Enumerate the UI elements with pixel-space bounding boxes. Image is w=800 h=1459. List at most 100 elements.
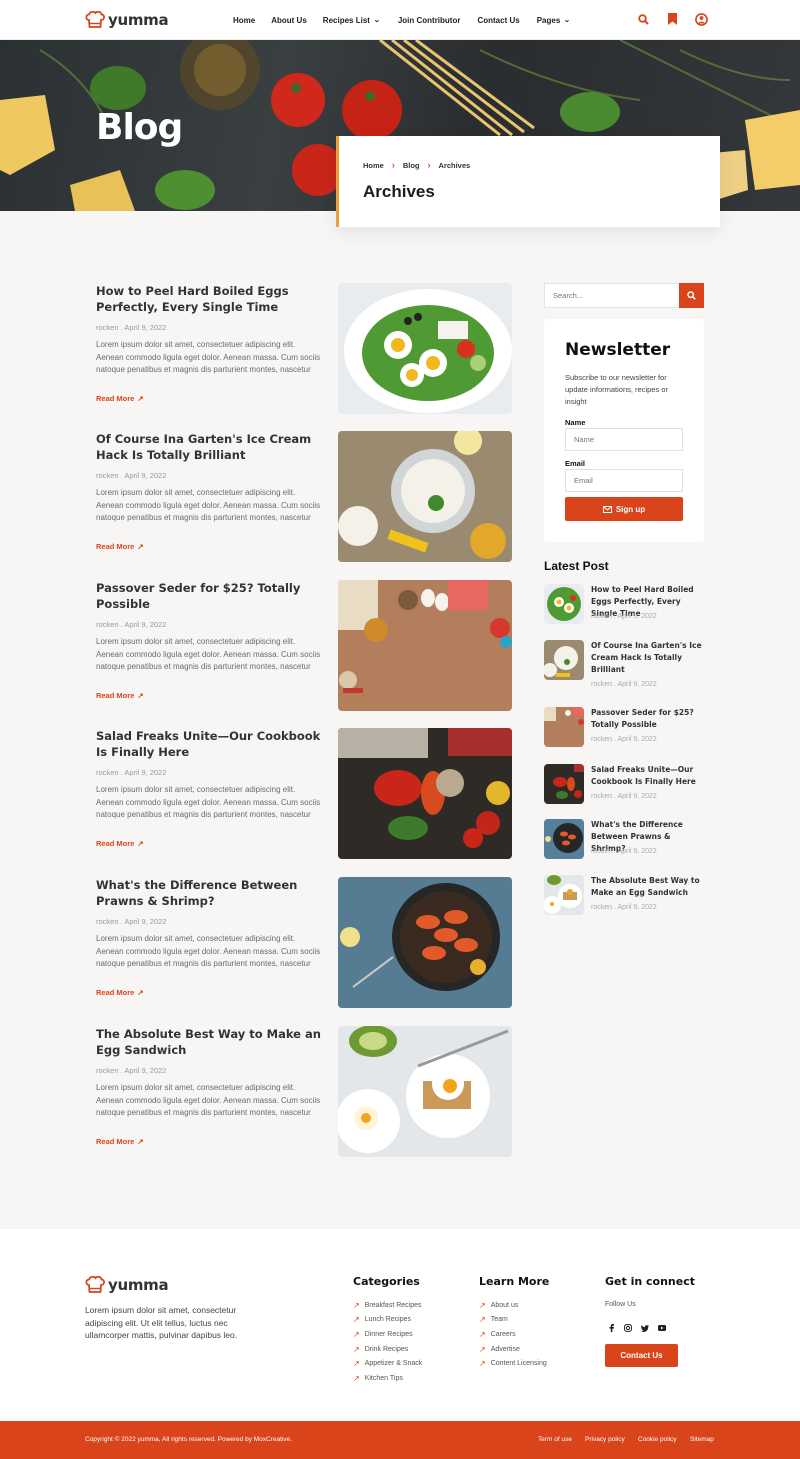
arrow-up-right-icon: ↗	[479, 1301, 486, 1310]
breadcrumb-home[interactable]: Home	[363, 161, 384, 170]
breadcrumb: Home › Blog › Archives	[363, 160, 470, 170]
newsletter-description: Subscribe to our newsletter for update i…	[565, 373, 668, 406]
read-more-link[interactable]: Read More ↗	[96, 988, 144, 997]
post-excerpt: Lorem ipsum dolor sit amet, consectetuer…	[96, 340, 321, 374]
footer-link-label: Breakfast Recipes	[364, 1302, 422, 1309]
contact-us-button[interactable]: Contact Us	[605, 1344, 678, 1367]
twitter-icon[interactable]	[640, 1323, 650, 1333]
footer-logo[interactable]: yumma	[85, 1276, 169, 1294]
sitemap-link[interactable]: Sitemap	[690, 1436, 714, 1443]
post-image-prawns[interactable]	[338, 877, 512, 1008]
arrow-up-right-icon: ↗	[353, 1359, 360, 1368]
post-card: Of Course Ina Garten's Ice Cream Hack Is…	[96, 431, 512, 563]
nav-home[interactable]: Home	[233, 16, 255, 25]
site-logo[interactable]: yumma	[85, 11, 169, 29]
bookmark-icon[interactable]	[665, 12, 679, 26]
post-title[interactable]: Of Course Ina Garten's Ice Cream Hack Is…	[96, 431, 328, 463]
logo-text: yumma	[108, 1276, 169, 1294]
chevron-right-icon: ›	[391, 160, 395, 170]
footer-link[interactable]: ↗ Breakfast Recipes	[353, 1301, 422, 1310]
read-more-label: Read More	[96, 1137, 135, 1146]
footer-link-label: Content Licensing	[490, 1360, 547, 1367]
post-image-egg-sandwich[interactable]	[338, 1026, 512, 1157]
footer-link[interactable]: ↗ Content Licensing	[479, 1359, 547, 1368]
nav-label: Join Contributor	[397, 15, 461, 25]
read-more-label: Read More	[96, 542, 135, 551]
nav-pages[interactable]: Pages ⌄	[537, 16, 571, 25]
footer-link[interactable]: ↗ About us	[479, 1301, 518, 1310]
post-image-vegetables[interactable]	[338, 728, 512, 859]
nav-join-contributor[interactable]: Join Contributor	[398, 16, 461, 25]
chef-hat-icon	[85, 1276, 105, 1293]
latest-post-item[interactable]: Of Course Ina Garten's Ice Cream Hack Is…	[544, 640, 704, 688]
logo-text: yumma	[108, 11, 169, 29]
user-icon[interactable]	[694, 12, 708, 26]
search-icon[interactable]	[636, 12, 650, 26]
latest-post-item[interactable]: Passover Seder for $25? Totally Possible…	[544, 707, 704, 751]
read-more-label: Read More	[96, 839, 135, 848]
connect-heading: Get in connect	[605, 1275, 695, 1288]
post-title[interactable]: How to Peel Hard Boiled Eggs Perfectly, …	[96, 283, 328, 315]
post-title[interactable]: The Absolute Best Way to Make an Egg San…	[96, 1026, 328, 1058]
post-meta: rocken . April 9, 2022	[96, 917, 167, 926]
footer-link[interactable]: ↗ Team	[479, 1315, 508, 1324]
cookie-link[interactable]: Cookie policy	[638, 1436, 677, 1443]
youtube-icon[interactable]	[657, 1323, 667, 1333]
breadcrumb-blog[interactable]: Blog	[403, 161, 420, 170]
post-card: The Absolute Best Way to Make an Egg San…	[96, 1026, 512, 1158]
footer-link[interactable]: ↗ Careers	[479, 1330, 516, 1339]
latest-post-thumbnail	[544, 764, 584, 804]
read-more-link[interactable]: Read More ↗	[96, 691, 144, 700]
latest-post-item[interactable]: Salad Freaks Unite—Our Cookbook Is Final…	[544, 764, 704, 808]
post-meta: rocken . April 9, 2022	[96, 323, 167, 332]
chef-hat-icon	[85, 11, 105, 28]
post-excerpt: Lorem ipsum dolor sit amet, consectetuer…	[96, 488, 321, 522]
instagram-icon[interactable]	[623, 1323, 633, 1333]
read-more-link[interactable]: Read More ↗	[96, 1137, 144, 1146]
latest-post-item[interactable]: How to Peel Hard Boiled Eggs Perfectly, …	[544, 584, 704, 628]
latest-post-title: The Absolute Best Way to Make an Egg San…	[591, 876, 700, 897]
read-more-link[interactable]: Read More ↗	[96, 839, 144, 848]
footer-link[interactable]: ↗ Appetizer & Snack	[353, 1359, 422, 1368]
site-footer: yumma Lorem ipsum dolor sit amet, consec…	[0, 1229, 800, 1421]
breadcrumb-card: Home › Blog › Archives Archives	[336, 136, 720, 227]
email-field[interactable]	[565, 469, 683, 492]
latest-post-thumbnail	[544, 584, 584, 624]
main-nav: Home About Us Recipes List ⌄ Join Contrib…	[233, 0, 571, 40]
search-input[interactable]	[544, 283, 680, 308]
privacy-link[interactable]: Privacy policy	[585, 1436, 625, 1443]
footer-link[interactable]: ↗ Dinner Recipes	[353, 1330, 413, 1339]
arrow-up-right-icon: ↗	[137, 988, 144, 997]
signup-button[interactable]: Sign up	[565, 497, 683, 521]
post-title[interactable]: Salad Freaks Unite—Our Cookbook Is Final…	[96, 728, 328, 760]
read-more-link[interactable]: Read More ↗	[96, 542, 144, 551]
latest-post-thumbnail	[544, 640, 584, 680]
post-title[interactable]: What's the Difference Between Prawns & S…	[96, 877, 328, 909]
latest-post-thumbnail	[544, 819, 584, 859]
nav-recipes-list[interactable]: Recipes List ⌄	[322, 15, 381, 25]
footer-link[interactable]: ↗ Kitchen Tips	[353, 1374, 403, 1383]
latest-post-title: Passover Seder for $25? Totally Possible	[591, 708, 694, 729]
post-excerpt: Lorem ipsum dolor sit amet, consectetuer…	[96, 785, 321, 819]
post-title[interactable]: Passover Seder for $25? Totally Possible	[96, 580, 328, 612]
facebook-icon[interactable]	[606, 1323, 616, 1333]
post-image-ice-cream[interactable]	[338, 431, 512, 562]
post-image-passover[interactable]	[338, 580, 512, 711]
terms-link[interactable]: Term of use	[538, 1436, 572, 1443]
nav-contact-us[interactable]: Contact Us	[477, 16, 519, 25]
envelope-icon	[602, 505, 612, 513]
post-image-egg-salad[interactable]	[338, 283, 512, 414]
latest-post-item[interactable]: What's the Difference Between Prawns & S…	[544, 819, 704, 863]
name-field[interactable]	[565, 428, 683, 451]
footer-link[interactable]: ↗ Lunch Recipes	[353, 1315, 411, 1324]
latest-post-title: Salad Freaks Unite—Our Cookbook Is Final…	[591, 765, 696, 786]
arrow-up-right-icon: ↗	[479, 1330, 486, 1339]
latest-post-item[interactable]: The Absolute Best Way to Make an Egg San…	[544, 875, 704, 919]
footer-link-label: About us	[490, 1302, 519, 1309]
nav-label: Recipes List	[322, 15, 370, 25]
read-more-link[interactable]: Read More ↗	[96, 394, 144, 403]
footer-link[interactable]: ↗ Advertise	[479, 1345, 520, 1354]
nav-about-us[interactable]: About Us	[271, 16, 307, 25]
footer-link[interactable]: ↗ Drink Recipes	[353, 1345, 408, 1354]
search-button[interactable]	[679, 283, 704, 308]
